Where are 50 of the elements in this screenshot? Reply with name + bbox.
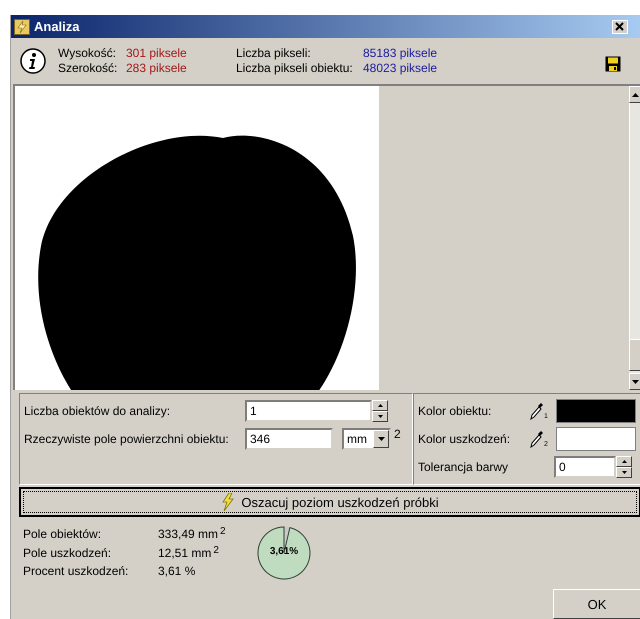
info-label: Szerokość: (58, 61, 118, 76)
info-label: Liczba pikseli obiektu: (236, 61, 354, 76)
object-count-field[interactable]: 1 (245, 400, 372, 422)
up-arrow-icon (378, 404, 382, 407)
result-value: 3,61 % (158, 563, 196, 580)
gauge-label: 3,61% (268, 546, 300, 557)
info-value: 283 piksele (126, 61, 188, 76)
down-arrow-icon (632, 380, 638, 384)
result-label: Pole obiektów: (23, 526, 102, 544)
result-label: Procent uszkodzeń: (23, 563, 130, 580)
info-value: 48023 piksele (363, 61, 438, 76)
field-label: Liczba obiektów do analizy: (24, 404, 172, 418)
eyedropper-icon (530, 402, 544, 420)
result-value: 333,49 mm$^{2}$ (158, 525, 227, 544)
result-value: 12,51 mm$^{2}$ (158, 544, 220, 562)
info-value: 85183 piksele (363, 46, 438, 61)
up-arrow-icon (632, 92, 638, 96)
color-swatch[interactable] (556, 399, 636, 423)
field-label: Rzeczywiste pole powierzchni obiektu: (24, 432, 230, 446)
result-label: Pole uszkodzeń: (23, 544, 112, 562)
color-label: Kolor obiektu: (418, 404, 492, 418)
color-label: Kolor uszkodzeń: (418, 432, 512, 446)
close-icon[interactable] (612, 20, 628, 34)
unit-dropdown[interactable]: mm (342, 428, 391, 450)
window-title: Analiza (34, 19, 81, 34)
analyze-button[interactable]: Oszacuj poziom uszkodzeń próbki (19, 487, 640, 517)
scrollbar[interactable] (629, 86, 640, 390)
ok-button[interactable]: OK (553, 589, 640, 619)
spinner[interactable] (372, 400, 388, 422)
lightning-icon (221, 493, 236, 511)
area-field[interactable]: 346 (245, 428, 333, 450)
scroll-down-button[interactable] (629, 373, 640, 390)
spinner[interactable] (616, 456, 632, 478)
dropdown-arrow-icon (378, 437, 384, 441)
save-icon[interactable] (605, 56, 621, 72)
scroll-up-button[interactable] (629, 86, 640, 103)
field-label: Tolerancja barwy (418, 460, 510, 474)
tolerance-field[interactable]: 0 (554, 456, 616, 478)
up-arrow-icon (622, 460, 626, 463)
down-arrow-icon (622, 471, 626, 474)
info-label: Liczba pikseli: (236, 46, 312, 61)
eyedropper-icon (530, 430, 544, 448)
lightning-icon (14, 18, 30, 34)
info-value: 301 piksele (126, 46, 188, 61)
color-swatch[interactable] (556, 427, 636, 451)
unit-exponent: 2 (394, 427, 401, 441)
down-arrow-icon (378, 415, 382, 418)
info-icon (20, 48, 46, 74)
info-label: Wysokość: (58, 46, 117, 61)
scroll-thumb[interactable] (629, 339, 640, 371)
